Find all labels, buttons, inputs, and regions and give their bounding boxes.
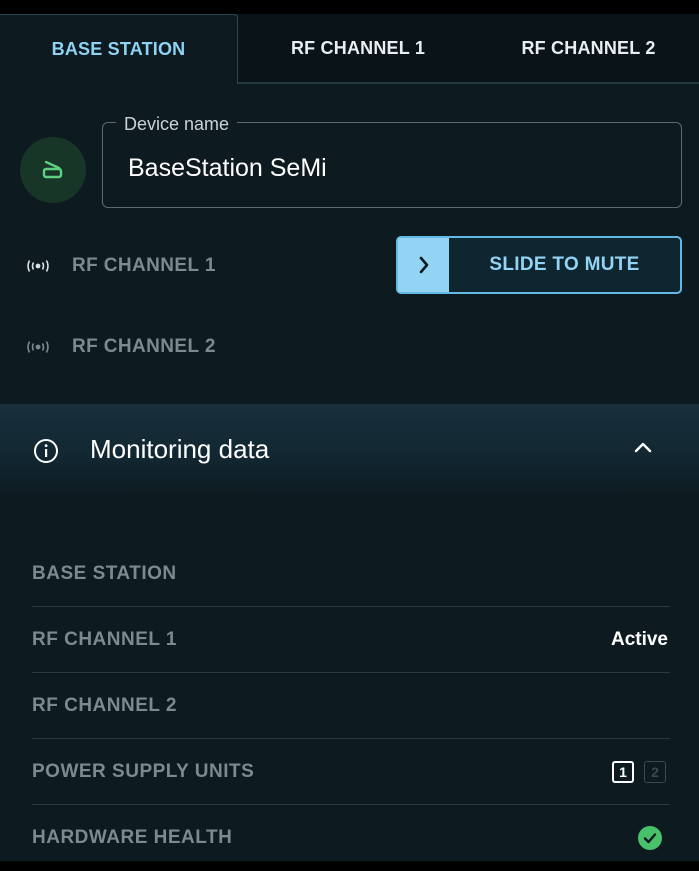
row-label: POWER SUPPLY UNITS: [32, 760, 255, 782]
monitoring-title: Monitoring data: [90, 434, 270, 464]
row-label: RF CHANNEL 1: [32, 628, 177, 650]
status-value: Active: [610, 628, 668, 650]
tab-rf-channel-2[interactable]: RF CHANNEL 2: [478, 14, 699, 84]
channel-label: RF CHANNEL 1: [72, 255, 216, 276]
psu-1-badge: 1: [612, 760, 634, 783]
slider-handle[interactable]: [398, 238, 449, 292]
tab-bar: BASE STATION RF CHANNEL 1 RF CHANNEL 2: [0, 14, 699, 84]
psu-indicators: 1 2: [612, 760, 666, 783]
chevron-right-icon: [419, 256, 428, 274]
monitor-row-rf-channel-2: RF CHANNEL 2: [32, 673, 670, 739]
channel-row-2: RF CHANNEL 2: [24, 332, 216, 362]
channel-row-1: RF CHANNEL 1: [24, 251, 216, 281]
monitor-row-hardware-health: HARDWARE HEALTH: [32, 805, 670, 871]
tab-rf-channel-1[interactable]: RF CHANNEL 1: [238, 14, 478, 84]
monitor-row-rf-channel-1: RF CHANNEL 1 Active: [32, 607, 670, 673]
channel-label: RF CHANNEL 2: [72, 336, 216, 357]
monitor-row-power-supply: POWER SUPPLY UNITS 1 2: [32, 739, 670, 805]
row-label: HARDWARE HEALTH: [32, 827, 233, 848]
check-circle-icon: [638, 826, 662, 850]
device-name-label: Device name: [116, 114, 238, 135]
broadcast-icon: [24, 259, 52, 273]
device-name-value[interactable]: BaseStation SeMi: [128, 154, 327, 183]
row-label: RF CHANNEL 2: [32, 694, 177, 716]
slide-to-mute-label: SLIDE TO MUTE: [489, 254, 640, 275]
slide-to-mute-slider[interactable]: SLIDE TO MUTE: [396, 236, 682, 294]
tab-base-station[interactable]: BASE STATION: [0, 14, 238, 84]
info-icon: [33, 438, 59, 469]
row-label: BASE STATION: [32, 562, 177, 584]
psu-2-badge: 2: [644, 760, 666, 783]
chevron-up-icon[interactable]: [633, 440, 653, 459]
broadcast-icon: [24, 340, 52, 354]
base-station-icon: [20, 137, 86, 203]
monitor-row-base-station: BASE STATION: [32, 541, 670, 607]
